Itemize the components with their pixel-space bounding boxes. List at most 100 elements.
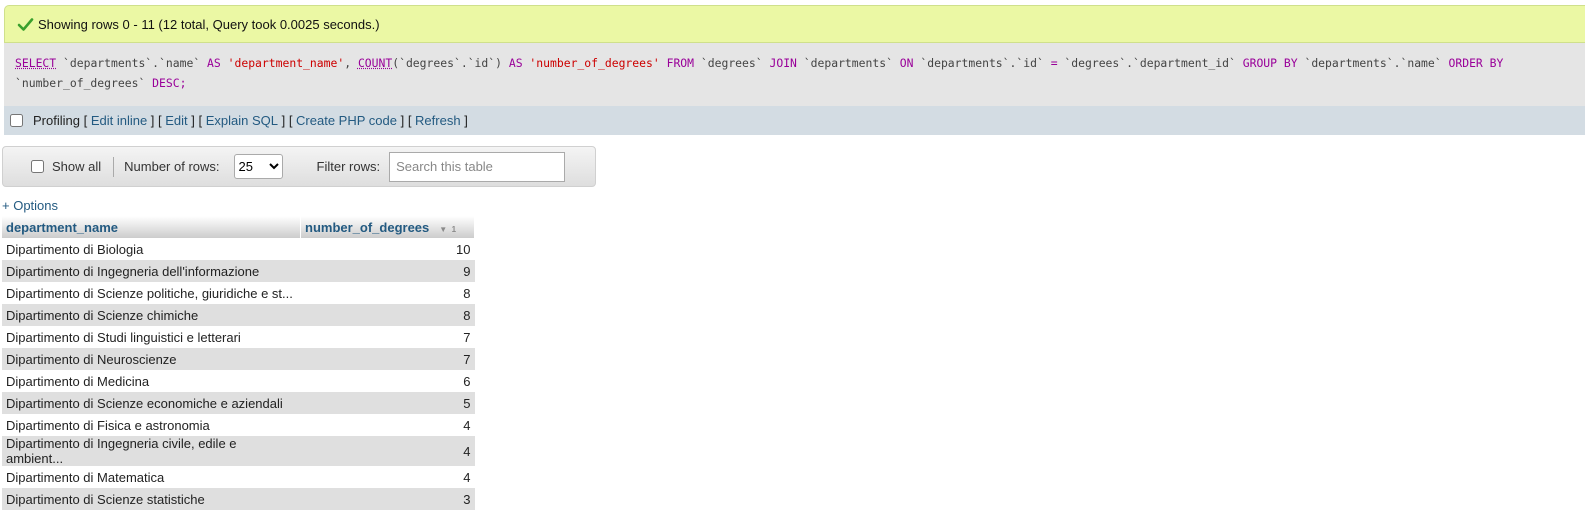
sql-keyword: AS xyxy=(207,56,221,70)
table-row[interactable]: Dipartimento di Ingegneria civile, edile… xyxy=(2,436,475,466)
cell-number-of-degrees: 4 xyxy=(300,466,475,488)
profiling-bar: Profiling [ Edit inline ] [ Edit ] [ Exp… xyxy=(4,106,1585,135)
sql-punct: . xyxy=(152,56,160,70)
cell-department-name: Dipartimento di Fisica e astronomia xyxy=(2,414,301,436)
show-all-label[interactable]: Show all xyxy=(52,159,101,174)
bracket: ] xyxy=(460,113,468,128)
sql-identifier: `departments` xyxy=(920,56,1010,70)
sql-identifier: `degrees` xyxy=(700,56,763,70)
sql-identifier: `departments` xyxy=(803,56,893,70)
sql-keyword: JOIN xyxy=(769,56,797,70)
success-text: Showing rows 0 - 11 (12 total, Query too… xyxy=(38,16,380,32)
table-row[interactable]: Dipartimento di Biologia 10 xyxy=(2,238,475,260)
sql-keyword: GROUP BY xyxy=(1242,56,1298,70)
sql-identifier: `departments` xyxy=(63,56,153,70)
sql-keyword[interactable]: SELECT xyxy=(15,56,56,70)
cell-number-of-degrees: 8 xyxy=(300,304,475,326)
options-link[interactable]: + Options xyxy=(2,198,58,213)
table-row[interactable]: Dipartimento di Fisica e astronomia 4 xyxy=(2,414,475,436)
sql-identifier: `id` xyxy=(1016,56,1044,70)
cell-number-of-degrees: 9 xyxy=(300,260,475,282)
cell-department-name: Dipartimento di Scienze politiche, giuri… xyxy=(2,282,301,304)
sql-keyword: ON xyxy=(899,56,914,70)
options-toggle[interactable]: + Options xyxy=(2,198,58,213)
cell-number-of-degrees: 7 xyxy=(300,348,475,370)
show-all-checkbox[interactable] xyxy=(31,160,44,173)
profiling-checkbox[interactable] xyxy=(10,114,23,127)
table-row[interactable]: Dipartimento di Scienze chimiche 8 xyxy=(2,304,475,326)
cell-department-name: Dipartimento di Scienze chimiche xyxy=(2,304,301,326)
sql-keyword: FROM xyxy=(666,56,695,70)
table-row[interactable]: Dipartimento di Matematica 4 xyxy=(2,466,475,488)
create-php-code-link[interactable]: Create PHP code xyxy=(296,113,397,128)
filter-label: Filter rows: xyxy=(316,159,381,174)
cell-department-name: Dipartimento di Scienze economiche e azi… xyxy=(2,392,301,414)
cell-number-of-degrees: 7 xyxy=(300,326,475,348)
bracket: ] [ xyxy=(396,113,416,128)
cell-department-name: Dipartimento di Matematica xyxy=(2,466,301,488)
checkmark-icon xyxy=(17,16,34,33)
divider xyxy=(113,156,115,177)
sql-keyword: AS xyxy=(508,56,523,70)
sql-function[interactable]: COUNT xyxy=(358,56,392,70)
rows-label: Number of rows: xyxy=(124,159,220,174)
sort-desc-icon[interactable]: ▼ 1 xyxy=(439,225,456,234)
sql-identifier: `departments` xyxy=(1304,56,1394,70)
column-header-label[interactable]: department_name xyxy=(6,220,118,235)
sql-operator: = xyxy=(1050,56,1058,70)
edit-inline-link[interactable]: Edit inline xyxy=(91,113,147,128)
cell-number-of-degrees: 6 xyxy=(300,370,475,392)
explain-sql-link[interactable]: Explain SQL xyxy=(206,113,278,128)
sql-identifier: `number_of_degrees` xyxy=(15,76,146,90)
table-header-row: department_name number_of_degrees ▼ 1 xyxy=(2,216,475,238)
sql-string: 'department_name' xyxy=(227,56,345,70)
column-header-number-of-degrees[interactable]: number_of_degrees ▼ 1 xyxy=(300,216,475,238)
bracket: ] [ xyxy=(147,113,166,128)
table-row[interactable]: Dipartimento di Scienze politiche, giuri… xyxy=(2,282,475,304)
refresh-link[interactable]: Refresh xyxy=(415,113,461,128)
cell-department-name: Dipartimento di Neuroscienze xyxy=(2,348,301,370)
table-row[interactable]: Dipartimento di Scienze statistiche 3 xyxy=(2,488,475,510)
cell-department-name: Dipartimento di Ingegneria dell'informaz… xyxy=(2,260,301,282)
table-row[interactable]: Dipartimento di Ingegneria dell'informaz… xyxy=(2,260,475,282)
sql-string: 'number_of_degrees' xyxy=(529,56,660,70)
cell-number-of-degrees: 10 xyxy=(300,238,475,260)
sql-identifier: `degrees` xyxy=(1064,56,1127,70)
table-row[interactable]: Dipartimento di Studi linguistici e lett… xyxy=(2,326,475,348)
sql-identifier: `degrees` xyxy=(399,56,461,70)
cell-number-of-degrees: 4 xyxy=(300,414,475,436)
profiling-label: Profiling xyxy=(33,113,80,128)
table-row[interactable]: Dipartimento di Scienze economiche e azi… xyxy=(2,392,475,414)
sql-keyword: DESC; xyxy=(152,76,187,90)
cell-number-of-degrees: 3 xyxy=(300,488,475,510)
sql-identifier: `name` xyxy=(159,56,201,70)
bracket: ] [ xyxy=(187,113,206,128)
results-table: department_name number_of_degrees ▼ 1 Dip… xyxy=(2,216,475,510)
cell-department-name: Dipartimento di Studi linguistici e lett… xyxy=(2,326,301,348)
sql-punct: , xyxy=(344,56,352,70)
sql-keyword: ORDER BY xyxy=(1448,56,1504,70)
cell-department-name: Dipartimento di Ingegneria civile, edile… xyxy=(2,436,301,466)
sql-identifier: `id` xyxy=(467,56,496,70)
navigation-bar: Show all Number of rows: 25 Filter rows: xyxy=(2,146,596,187)
filter-input[interactable] xyxy=(389,151,566,182)
table-row[interactable]: Dipartimento di Neuroscienze 7 xyxy=(2,348,475,370)
bracket: ] [ xyxy=(277,113,297,128)
edit-link[interactable]: Edit xyxy=(165,113,187,128)
sql-punct: . xyxy=(460,56,468,70)
rows-select[interactable]: 25 xyxy=(233,154,283,179)
sql-punct: . xyxy=(1126,56,1133,70)
sql-punct: ) xyxy=(495,56,502,70)
column-header-label[interactable]: number_of_degrees xyxy=(305,220,429,235)
column-header-department-name[interactable]: department_name xyxy=(2,216,301,238)
cell-number-of-degrees: 8 xyxy=(300,282,475,304)
cell-department-name: Dipartimento di Scienze statistiche xyxy=(2,488,301,510)
table-row[interactable]: Dipartimento di Medicina 6 xyxy=(2,370,475,392)
sql-query-box: SELECT `departments`.`name` AS 'departme… xyxy=(4,43,1585,106)
cell-department-name: Dipartimento di Biologia xyxy=(2,238,301,260)
cell-department-name: Dipartimento di Medicina xyxy=(2,370,301,392)
sort-order-number: 1 xyxy=(451,224,457,234)
cell-number-of-degrees: 4 xyxy=(300,436,475,466)
cell-number-of-degrees: 5 xyxy=(300,392,475,414)
success-message: Showing rows 0 - 11 (12 total, Query too… xyxy=(4,5,1585,43)
